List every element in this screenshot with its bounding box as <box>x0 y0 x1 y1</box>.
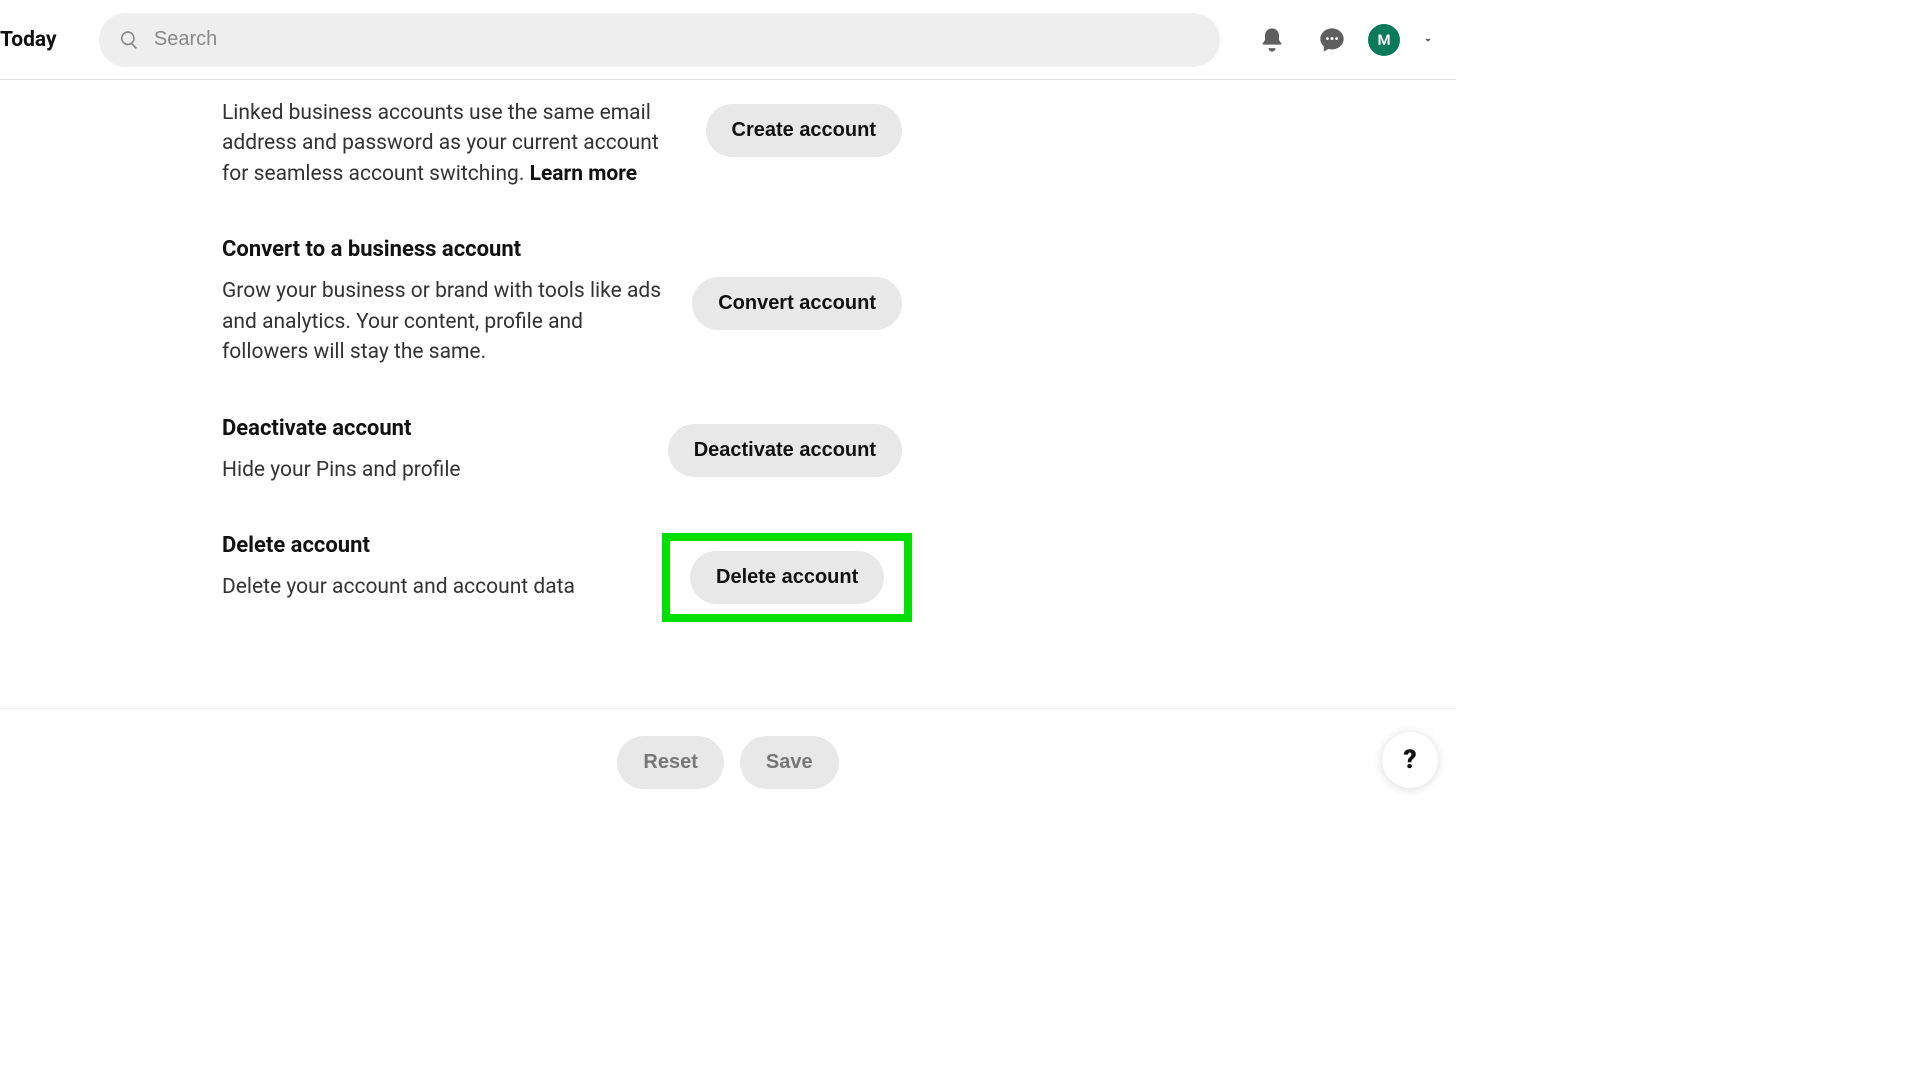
deactivate-desc: Hide your Pins and profile <box>222 455 662 485</box>
create-account-button[interactable]: Create account <box>706 104 903 157</box>
today-link[interactable]: Today <box>0 28 57 52</box>
learn-more-link[interactable]: Learn more <box>530 162 638 186</box>
notifications-button[interactable] <box>1248 16 1296 64</box>
delete-desc: Delete your account and account data <box>222 572 662 602</box>
linked-business-desc: Linked business accounts use the same em… <box>222 98 662 189</box>
convert-desc: Grow your business or brand with tools l… <box>222 276 662 367</box>
messages-button[interactable] <box>1308 16 1356 64</box>
search-bar[interactable] <box>99 13 1220 67</box>
help-button[interactable]: ? <box>1382 732 1438 788</box>
chat-icon <box>1318 26 1346 54</box>
search-input[interactable] <box>154 28 1200 51</box>
delete-highlight-box: Delete account <box>662 533 912 622</box>
save-button[interactable]: Save <box>740 736 839 789</box>
account-menu-toggle[interactable] <box>1412 16 1440 64</box>
bell-icon <box>1258 26 1286 54</box>
deactivate-account-button[interactable]: Deactivate account <box>668 424 902 477</box>
avatar[interactable]: M <box>1368 24 1400 56</box>
convert-title: Convert to a business account <box>222 237 662 262</box>
search-icon <box>119 29 140 51</box>
delete-title: Delete account <box>222 533 662 558</box>
convert-business-section: Convert to a business account Grow your … <box>222 237 902 367</box>
convert-account-button[interactable]: Convert account <box>692 277 902 330</box>
top-header: Today M <box>0 0 1456 80</box>
deactivate-section: Deactivate account Hide your Pins and pr… <box>222 416 902 485</box>
linked-business-section: Linked business accounts use the same em… <box>222 80 902 189</box>
chevron-down-icon <box>1421 33 1435 47</box>
footer-bar: Reset Save <box>0 708 1456 816</box>
settings-content: Linked business accounts use the same em… <box>0 80 1456 708</box>
delete-section: Delete account Delete your account and a… <box>222 533 902 622</box>
deactivate-title: Deactivate account <box>222 416 662 441</box>
delete-account-button[interactable]: Delete account <box>690 551 884 604</box>
reset-button[interactable]: Reset <box>617 736 723 789</box>
